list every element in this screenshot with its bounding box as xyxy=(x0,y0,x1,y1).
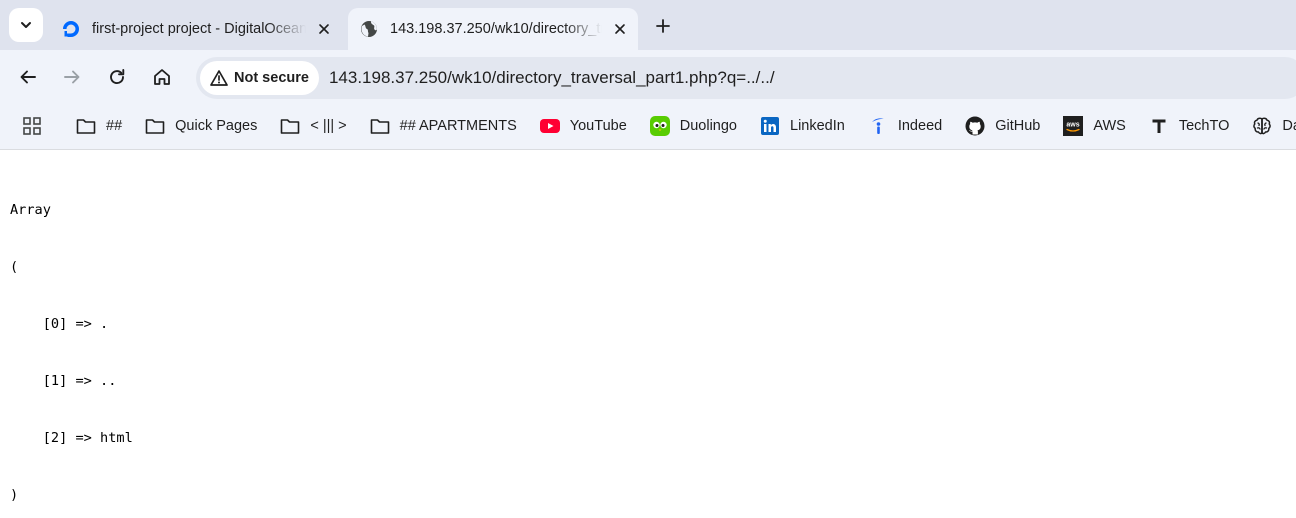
digitalocean-icon xyxy=(60,18,82,40)
tab-strip: first-project project - DigitalOcean 143… xyxy=(0,0,1296,50)
reload-button[interactable] xyxy=(102,62,132,92)
indeed-icon xyxy=(868,116,888,136)
output-line: [2] => html xyxy=(10,430,133,446)
apps-button[interactable] xyxy=(22,115,42,137)
bookmark-linkedin[interactable]: LinkedIn xyxy=(760,116,845,136)
forward-button[interactable] xyxy=(57,62,87,92)
folder-icon xyxy=(76,116,96,136)
bookmark-label: YouTube xyxy=(569,117,627,134)
new-tab-button[interactable] xyxy=(649,12,677,40)
bookmark-label: ## APARTMENTS xyxy=(399,117,517,134)
bookmark-folder-quick-pages[interactable]: Quick Pages xyxy=(145,116,257,136)
bookmark-folder-apartments[interactable]: ## APARTMENTS xyxy=(370,116,517,136)
folder-icon xyxy=(370,116,390,136)
bookmark-label: GitHub xyxy=(995,117,1041,134)
globe-icon xyxy=(358,18,380,40)
tab-title: first-project project - DigitalOcean xyxy=(92,21,306,37)
output-line: [1] => .. xyxy=(10,373,117,389)
security-indicator[interactable]: Not secure xyxy=(200,61,319,95)
bookmark-label: Quick Pages xyxy=(175,117,258,134)
tab-directory-traversal[interactable]: 143.198.37.250/wk10/directory_traversal_… xyxy=(348,8,638,50)
output-line: [0] => . xyxy=(10,316,109,332)
bookmark-folder-bars[interactable]: < ||| > xyxy=(280,116,347,136)
tab-digitalocean[interactable]: first-project project - DigitalOcean xyxy=(50,8,342,50)
output-line: ) xyxy=(10,487,19,503)
close-icon[interactable] xyxy=(608,17,632,41)
bookmark-label: LinkedIn xyxy=(790,117,845,134)
bookmark-aws[interactable]: aws AWS xyxy=(1063,115,1126,136)
close-icon[interactable] xyxy=(312,17,336,41)
back-button[interactable] xyxy=(13,62,43,92)
arrow-left-icon xyxy=(20,70,36,84)
bookmark-indeed[interactable]: Indeed xyxy=(868,116,942,136)
techto-icon xyxy=(1149,116,1169,136)
bookmark-label: Duolingo xyxy=(679,117,738,134)
reload-icon xyxy=(110,69,125,85)
bookmark-folder-hash[interactable]: ## xyxy=(76,116,122,136)
php-array-output: Array ( [0] => . [1] => .. [2] => html ) xyxy=(10,163,133,518)
apps-grid-icon xyxy=(23,116,41,135)
bookmark-label: Dashboard xyxy=(1282,117,1296,134)
svg-text:aws: aws xyxy=(1067,121,1080,128)
duolingo-icon xyxy=(649,115,670,136)
bookmark-label: Indeed xyxy=(897,117,943,134)
tab-search-button[interactable] xyxy=(9,8,43,42)
home-icon xyxy=(154,69,170,85)
folder-icon xyxy=(145,116,165,136)
bookmark-label: TechTO xyxy=(1178,117,1230,134)
home-button[interactable] xyxy=(147,62,177,92)
tab-title: 143.198.37.250/wk10/directory_traversal_… xyxy=(390,21,602,37)
page-content: Array ( [0] => . [1] => .. [2] => html ) xyxy=(0,151,1296,518)
warning-icon xyxy=(210,69,228,87)
bookmarks-bar: ## Quick Pages < ||| > ## APARTMENTS You… xyxy=(0,102,1296,150)
chevron-down-icon xyxy=(21,22,31,28)
plus-icon xyxy=(656,19,670,33)
linkedin-icon xyxy=(760,116,780,136)
bookmark-label: < ||| > xyxy=(310,117,347,134)
output-line: ( xyxy=(10,259,19,275)
security-label: Not secure xyxy=(234,70,309,86)
bookmark-label: AWS xyxy=(1093,117,1126,134)
bookmark-youtube[interactable]: YouTube xyxy=(539,116,627,136)
address-bar[interactable]: Not secure 143.198.37.250/wk10/directory… xyxy=(196,57,1296,99)
bookmark-techto[interactable]: TechTO xyxy=(1149,116,1230,136)
browser-toolbar: Not secure 143.198.37.250/wk10/directory… xyxy=(0,50,1296,102)
arrow-right-icon xyxy=(64,70,80,84)
aws-icon: aws xyxy=(1063,115,1084,136)
github-icon xyxy=(965,116,985,136)
output-line: Array xyxy=(10,202,51,218)
url-text[interactable]: 143.198.37.250/wk10/directory_traversal_… xyxy=(329,68,775,88)
youtube-icon xyxy=(539,116,560,136)
bookmark-duolingo[interactable]: Duolingo xyxy=(649,115,738,136)
folder-icon xyxy=(280,116,300,136)
bookmark-label: ## xyxy=(106,117,123,134)
bookmark-github[interactable]: GitHub xyxy=(965,116,1040,136)
brain-icon xyxy=(1252,116,1272,136)
bookmark-dashboard[interactable]: Dashboard xyxy=(1252,116,1296,136)
